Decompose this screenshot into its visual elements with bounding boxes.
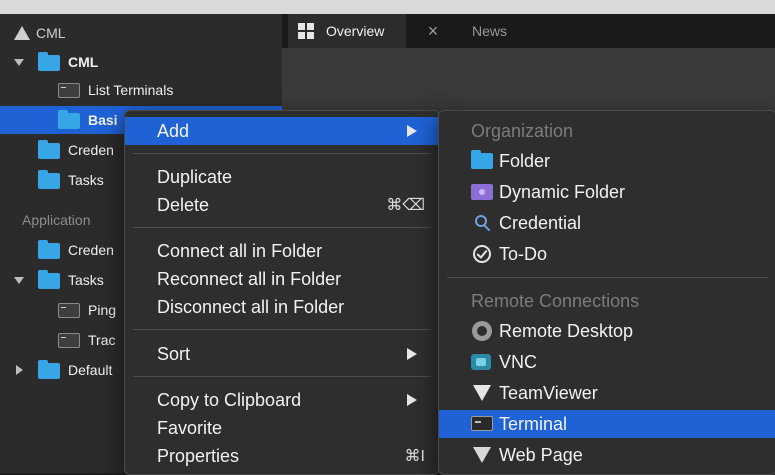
menu-item-label: Duplicate xyxy=(157,166,233,187)
add-submenu: Organization Folder Dynamic Folder Crede… xyxy=(438,110,775,475)
menu-item-label: Web Page xyxy=(499,444,583,465)
menu-item-label: Terminal xyxy=(499,413,568,434)
chevron-right-icon xyxy=(407,348,417,360)
tree-item-label: Creden xyxy=(68,242,114,258)
folder-icon xyxy=(38,270,60,289)
close-icon[interactable]: × xyxy=(418,14,448,48)
tree-item-list-terminals[interactable]: List Terminals xyxy=(0,76,282,104)
menu-item-label: To-Do xyxy=(499,243,548,264)
tab-bar: Overview × News xyxy=(282,14,775,49)
menu-item-dynamic-folder[interactable]: Dynamic Folder xyxy=(439,178,775,206)
checkmark-circle-icon xyxy=(473,245,491,263)
submenu-header-remote-connections: Remote Connections xyxy=(471,291,640,311)
dynamic-folder-icon xyxy=(471,184,493,200)
folder-icon xyxy=(471,150,493,169)
shortcut-label: ⌘⌫ xyxy=(386,197,425,214)
menu-item-label: Remote Desktop xyxy=(499,320,634,341)
tree-item-label: Trac xyxy=(88,332,116,348)
menu-item-delete[interactable]: Delete ⌘⌫ xyxy=(125,191,439,219)
tree-item-label: Default xyxy=(68,362,113,378)
folder-icon xyxy=(38,170,60,189)
menu-item-label: Copy to Clipboard xyxy=(157,389,302,410)
context-menu: Add Duplicate Delete ⌘⌫ Connect all in F… xyxy=(124,110,440,475)
menu-item-label: Properties xyxy=(157,445,240,466)
menu-item-label: VNC xyxy=(499,351,538,372)
key-icon xyxy=(475,215,487,227)
menu-item-todo[interactable]: To-Do xyxy=(439,240,775,268)
folder-icon xyxy=(38,140,60,159)
menu-item-remote-desktop[interactable]: Remote Desktop xyxy=(439,317,775,345)
folder-icon xyxy=(38,52,60,71)
tab-news[interactable]: News xyxy=(472,14,532,48)
teamviewer-icon xyxy=(473,385,491,401)
menu-item-label: TeamViewer xyxy=(499,382,598,403)
menu-item-folder[interactable]: Folder xyxy=(439,147,775,175)
tree-item-label: Ping xyxy=(88,302,117,318)
menu-item-label: Credential xyxy=(499,212,582,233)
terminal-icon xyxy=(58,333,80,348)
tree-item-label: Creden xyxy=(68,142,114,158)
terminal-icon xyxy=(471,416,493,431)
folder-icon xyxy=(38,240,60,259)
menu-item-teamviewer[interactable]: TeamViewer xyxy=(439,379,775,407)
tab-label: Overview xyxy=(326,23,385,39)
menu-item-duplicate[interactable]: Duplicate xyxy=(125,163,439,191)
menu-item-label: Disconnect all in Folder xyxy=(157,296,345,317)
menu-item-sort[interactable]: Sort xyxy=(125,340,439,368)
tree-item-label: CML xyxy=(68,54,99,70)
web-page-icon xyxy=(473,447,491,463)
folder-icon xyxy=(58,110,80,129)
submenu-header-organization: Organization xyxy=(471,121,574,141)
sidebar-header: CML xyxy=(14,22,66,44)
terminal-icon xyxy=(58,83,80,98)
chevron-down-icon[interactable] xyxy=(14,275,24,285)
grid-icon xyxy=(298,23,314,39)
remote-desktop-icon xyxy=(472,321,492,341)
menu-item-disconnect-all[interactable]: Disconnect all in Folder xyxy=(125,293,439,321)
menu-item-properties[interactable]: Properties ⌘I xyxy=(125,442,439,470)
menu-item-label: Reconnect all in Folder xyxy=(157,268,342,289)
menu-item-add[interactable]: Add xyxy=(125,117,439,145)
tree-item-label: Tasks xyxy=(68,172,104,188)
menu-item-label: Favorite xyxy=(157,417,223,438)
shortcut-label: ⌘I xyxy=(404,448,425,465)
window-title-bar xyxy=(0,0,775,14)
tree-item-label: Basi xyxy=(88,112,118,128)
menu-separator xyxy=(447,277,768,278)
menu-item-label: Add xyxy=(157,120,190,141)
tab-overview[interactable]: Overview xyxy=(288,14,406,48)
menu-item-label: Sort xyxy=(157,343,191,364)
menu-item-credential[interactable]: Credential xyxy=(439,209,775,237)
sidebar-header-label: CML xyxy=(36,25,66,41)
tree-item-cml-root[interactable]: CML xyxy=(0,48,282,76)
chevron-right-icon[interactable] xyxy=(14,365,24,375)
menu-item-favorite[interactable]: Favorite xyxy=(125,414,439,442)
menu-item-copy-to-clipboard[interactable]: Copy to Clipboard xyxy=(125,386,439,414)
chevron-right-icon xyxy=(407,125,417,137)
menu-item-vnc[interactable]: VNC xyxy=(439,348,775,376)
menu-item-label: Folder xyxy=(499,150,551,171)
menu-separator xyxy=(133,227,431,228)
menu-item-reconnect-all[interactable]: Reconnect all in Folder xyxy=(125,265,439,293)
warning-icon xyxy=(14,26,30,40)
menu-item-label: Delete xyxy=(157,194,210,215)
menu-separator xyxy=(133,153,431,154)
tree-item-label: List Terminals xyxy=(88,82,174,98)
menu-separator xyxy=(133,376,431,377)
folder-icon xyxy=(38,360,60,379)
menu-separator xyxy=(133,329,431,330)
menu-item-web-page[interactable]: Web Page xyxy=(439,441,775,469)
chevron-right-icon xyxy=(407,394,417,406)
menu-item-connect-all[interactable]: Connect all in Folder xyxy=(125,237,439,265)
section-label-application: Application xyxy=(22,212,91,228)
tree-item-label: Tasks xyxy=(68,272,104,288)
vnc-icon xyxy=(471,354,491,370)
menu-item-label: Connect all in Folder xyxy=(157,240,323,261)
chevron-down-icon[interactable] xyxy=(14,57,24,67)
menu-item-label: Dynamic Folder xyxy=(499,181,626,202)
terminal-icon xyxy=(58,303,80,318)
menu-item-terminal[interactable]: Terminal xyxy=(439,410,775,438)
